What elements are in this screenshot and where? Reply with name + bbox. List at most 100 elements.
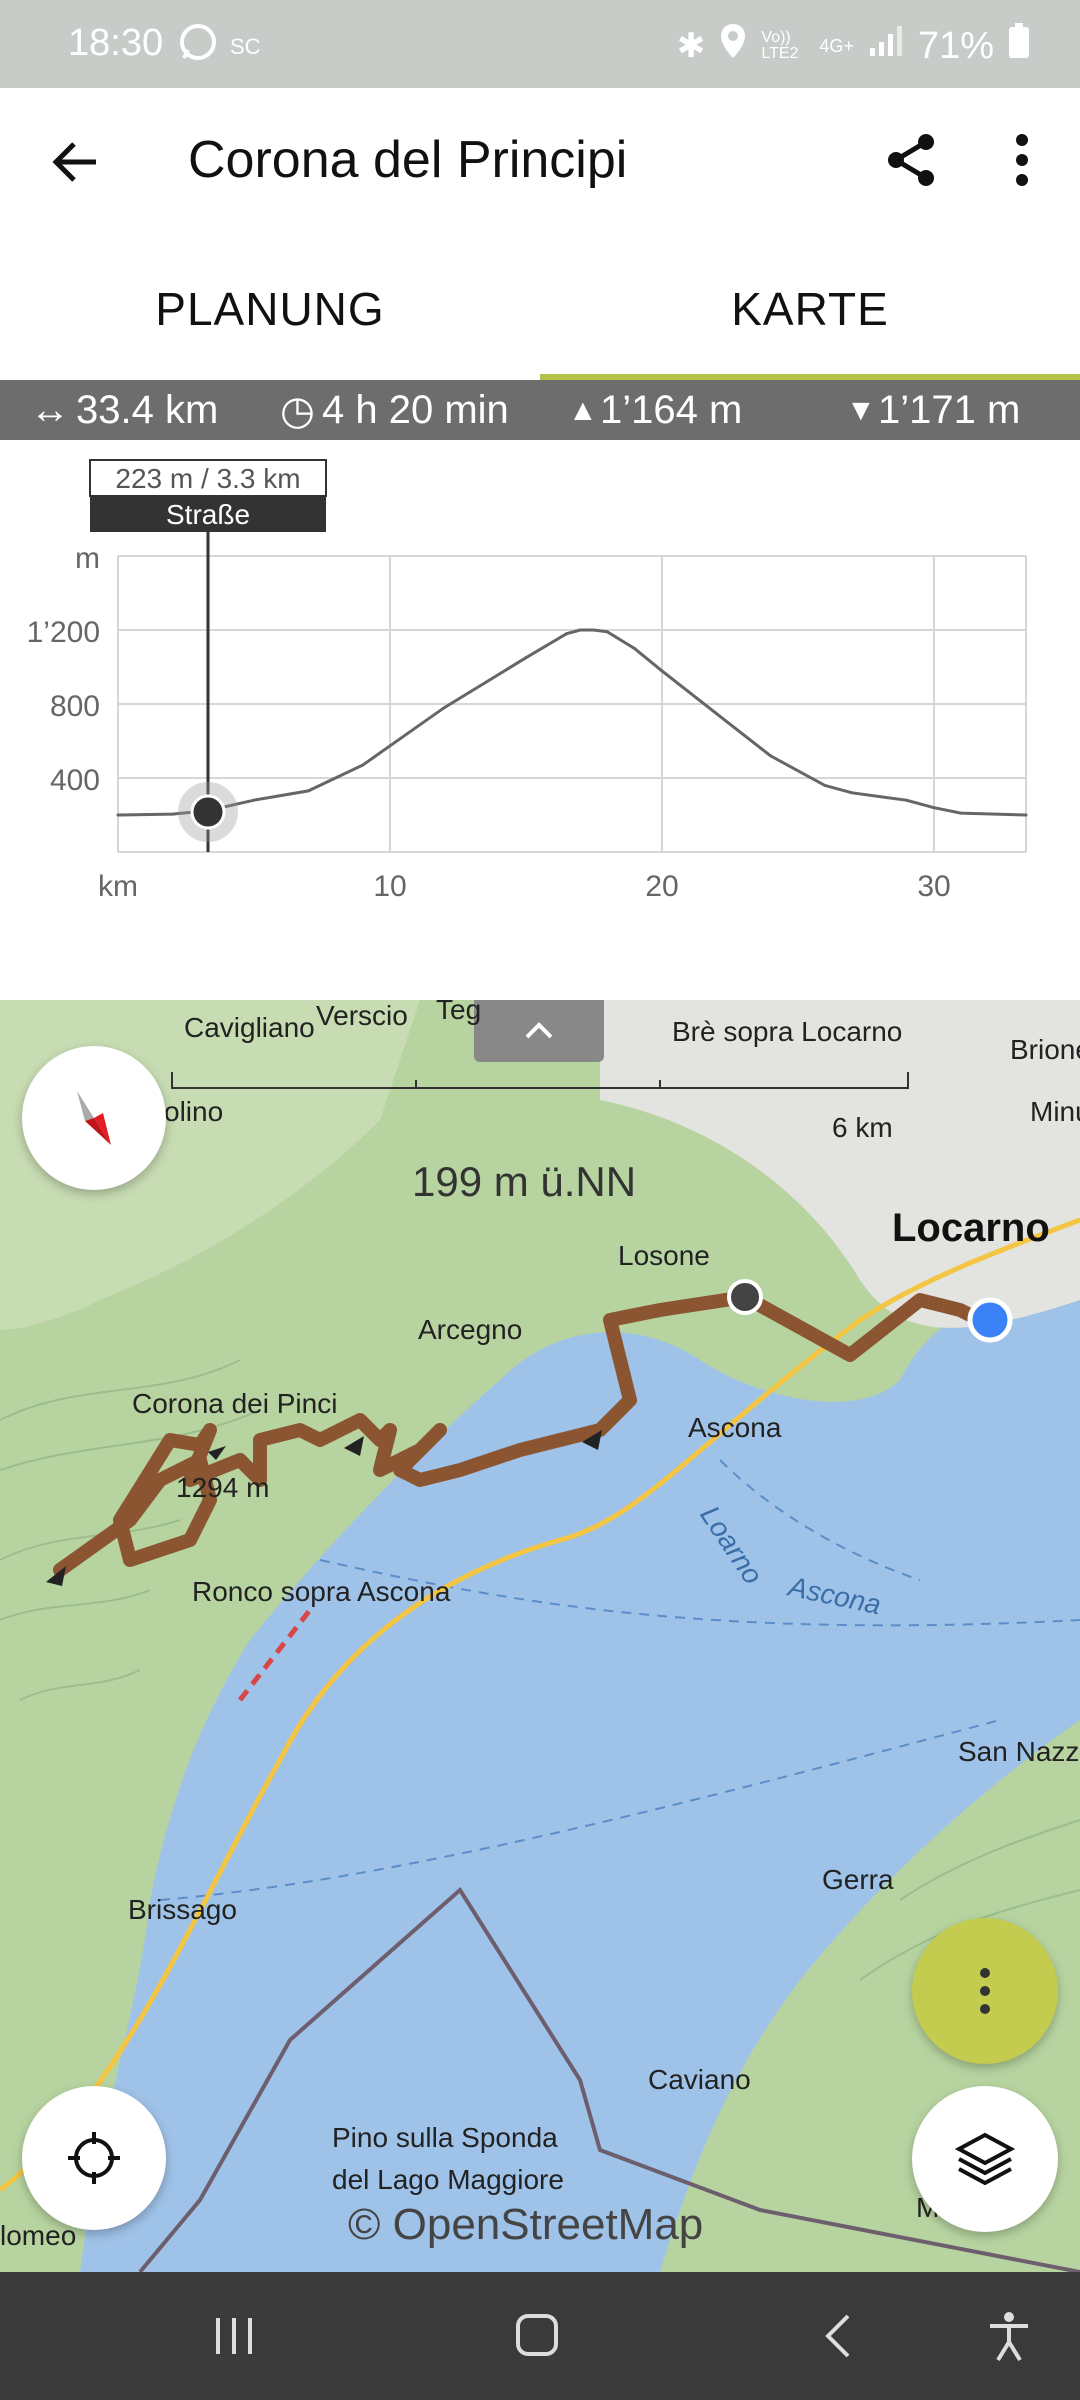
- peak-label: 1294 m: [176, 1472, 270, 1503]
- elevation-point: [959, 811, 963, 815]
- place-label: San Nazza: [958, 1736, 1080, 1767]
- y-tick: 800: [50, 690, 100, 723]
- elevation-points: [116, 628, 1028, 817]
- chevron-left-icon: [825, 2314, 850, 2358]
- status-time: 18:30: [68, 22, 164, 64]
- descent-value: 1’171 m: [878, 388, 1021, 432]
- layers-icon: [955, 2132, 1015, 2186]
- elevation-profile[interactable]: m 1’200 800 400 km 10 20 30 223 m / 3.3 …: [0, 440, 1080, 1000]
- elevation-point: [1024, 813, 1028, 817]
- battery-icon: [1008, 23, 1030, 69]
- place-label: Arcegno: [418, 1314, 523, 1345]
- elevation-point: [578, 628, 582, 632]
- elevation-point: [524, 656, 528, 660]
- elevation-point: [565, 632, 569, 636]
- layers-button[interactable]: [912, 2086, 1058, 2232]
- map-copyright: © OpenStreetMap: [348, 2200, 704, 2249]
- status-sc: SC: [230, 34, 261, 59]
- place-label: Ronco sopra Ascona: [192, 1576, 451, 1607]
- x-tick: 20: [645, 870, 678, 903]
- user-location-dot: [967, 1297, 1013, 1343]
- place-label: Losone: [618, 1240, 710, 1271]
- elevation-point: [660, 669, 664, 673]
- signal-icon: [868, 24, 904, 68]
- tab-planung[interactable]: PLANUNG: [0, 238, 540, 380]
- accessibility-icon: [990, 2312, 1028, 2362]
- elevation-point: [361, 763, 365, 767]
- compass-button[interactable]: [22, 1046, 166, 1190]
- location-icon: [719, 22, 747, 70]
- status-net2: 4G+: [819, 35, 854, 56]
- home-icon: [516, 2314, 558, 2356]
- place-label: Brissago: [128, 1894, 237, 1925]
- place-label: Verscio: [316, 1000, 408, 1031]
- share-button[interactable]: [880, 128, 944, 192]
- place-label: Brè sopra Locarno: [672, 1016, 903, 1047]
- tab-karte[interactable]: KARTE: [540, 238, 1080, 380]
- tooltip-value: 223 m / 3.3 km: [115, 463, 300, 494]
- tab-bar: PLANUNG KARTE: [0, 238, 1080, 380]
- status-network: Vo)) LTE2: [761, 29, 799, 62]
- place-label: Brione: [1010, 1034, 1080, 1065]
- drawer-handle[interactable]: [474, 1000, 604, 1062]
- page-title: Corona del Principi: [188, 131, 628, 189]
- more-actions-button[interactable]: [912, 1918, 1058, 2064]
- y-tick: 1’200: [27, 616, 100, 649]
- route-position-marker[interactable]: [727, 1279, 763, 1315]
- elevation-point: [769, 754, 772, 758]
- x-unit: km: [98, 870, 138, 903]
- distance-value: 33.4 km: [76, 388, 219, 432]
- elevation-point: [714, 711, 718, 715]
- recents-button[interactable]: [212, 2314, 256, 2363]
- status-battery: 71%: [917, 24, 994, 67]
- place-label: Ascona: [688, 1412, 782, 1443]
- y-unit: m: [75, 542, 100, 575]
- locate-button[interactable]: [22, 2086, 166, 2230]
- system-nav-bar: [0, 2272, 1080, 2400]
- elevation-point: [592, 628, 596, 632]
- bluetooth-icon: ✱: [676, 27, 706, 65]
- place-label: olino: [164, 1096, 224, 1127]
- elevation-point: [116, 813, 120, 817]
- clock-icon: ◷: [280, 389, 315, 433]
- cursor-dot[interactable]: [190, 794, 226, 830]
- map-view[interactable]: Cavigliano Verscio Teg Brè sopra Locarno…: [0, 1000, 1080, 2272]
- place-label: Caviano: [648, 2064, 751, 2095]
- whatsapp-icon: [178, 22, 218, 72]
- place-label: Pino sulla Sponda: [332, 2122, 558, 2153]
- x-tick: 10: [373, 870, 406, 903]
- app-bar: Corona del Principi: [0, 88, 1080, 238]
- more-vert-icon: [1016, 134, 1028, 186]
- share-icon: [888, 134, 934, 186]
- more-button[interactable]: [1002, 128, 1042, 192]
- elevation-chart: m 1’200 800 400 km 10 20 30 223 m / 3.3 …: [27, 459, 1028, 903]
- more-vert-icon: [980, 1968, 990, 2014]
- distance-icon: ↔: [30, 388, 70, 432]
- back-nav-button[interactable]: [820, 2312, 856, 2365]
- elevation-point: [170, 812, 174, 816]
- chart-grid: [117, 555, 1027, 853]
- back-button[interactable]: [44, 130, 108, 194]
- elevation-point: [850, 791, 854, 795]
- place-label: lomeo: [0, 2220, 77, 2251]
- descent-icon: ▼: [846, 394, 876, 427]
- elevation-point: [932, 806, 936, 810]
- crosshair-icon: [68, 2132, 120, 2184]
- place-label: Cavigliano: [184, 1012, 315, 1043]
- home-button[interactable]: [514, 2312, 560, 2363]
- elevation-point: [252, 798, 256, 802]
- place-label: Corona dei Pinci: [132, 1388, 338, 1419]
- elevation-point: [306, 789, 310, 793]
- elevation-point: [442, 706, 446, 710]
- status-bar: 18:30 SC ✱ Vo)) LTE2 4G+ 71%: [0, 0, 1080, 88]
- elevation-point: [633, 647, 636, 650]
- ascent-value: 1’164 m: [600, 388, 743, 432]
- altitude-label: 199 m ü.NN: [412, 1158, 637, 1205]
- place-label-major: Locarno: [892, 1206, 1050, 1250]
- chevron-up-icon: [525, 1022, 553, 1039]
- accessibility-button[interactable]: [986, 2310, 1032, 2367]
- elevation-point: [605, 630, 609, 634]
- elevation-point: [904, 798, 908, 802]
- arrow-left-icon: [52, 142, 96, 182]
- ascent-icon: ▲: [568, 394, 598, 427]
